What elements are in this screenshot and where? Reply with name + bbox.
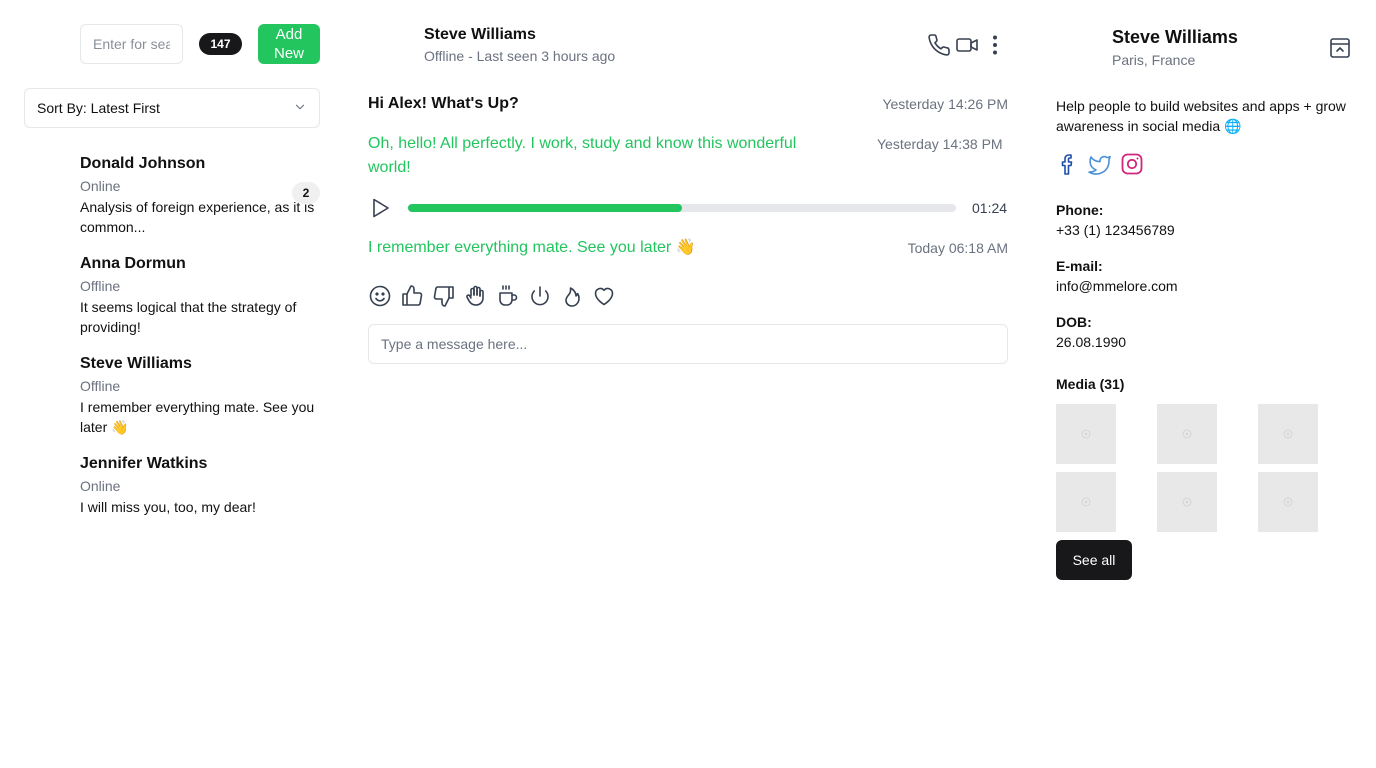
contact-list: Donald Johnson Online Analysis of foreig… bbox=[80, 154, 320, 554]
profile-bio: Help people to build websites and apps +… bbox=[1056, 98, 1346, 134]
media-grid bbox=[1056, 404, 1319, 532]
thumbs-up-icon[interactable] bbox=[400, 284, 424, 308]
chat-actions bbox=[926, 32, 1008, 58]
image-placeholder-icon bbox=[1283, 429, 1293, 439]
audio-duration: 01:24 bbox=[972, 200, 1008, 216]
message-time: Yesterday 14:26 PM bbox=[882, 96, 1008, 112]
coffee-icon[interactable] bbox=[496, 284, 520, 308]
media-thumbnail[interactable] bbox=[1157, 472, 1217, 532]
contact-last-message: Analysis of foreign experience, as it is… bbox=[80, 199, 315, 235]
facebook-icon[interactable] bbox=[1056, 151, 1080, 177]
email-value: info@mmelore.com bbox=[1056, 278, 1178, 294]
chat-message: Hi Alex! What's Up? Yesterday 14:26 PM bbox=[368, 92, 1008, 116]
unread-badge: 2 bbox=[292, 182, 320, 204]
see-all-button[interactable]: See all bbox=[1056, 540, 1132, 580]
contact-item[interactable]: Jennifer Watkins Online I will miss you,… bbox=[80, 454, 320, 554]
sort-select[interactable]: Sort By: Latest First bbox=[24, 88, 320, 128]
video-icon[interactable] bbox=[954, 32, 980, 58]
profile-email: E-mail: info@mmelore.com bbox=[1056, 256, 1178, 296]
profile-location: Paris, France bbox=[1112, 52, 1196, 68]
hand-icon[interactable] bbox=[464, 284, 488, 308]
audio-progress-fill bbox=[408, 204, 682, 212]
media-thumbnail[interactable] bbox=[1056, 472, 1116, 532]
contact-last-message: It seems logical that the strategy of pr… bbox=[80, 299, 297, 335]
media-thumbnail[interactable] bbox=[1258, 472, 1318, 532]
profile-dob: DOB: 26.08.1990 bbox=[1056, 312, 1126, 352]
media-thumbnail[interactable] bbox=[1157, 404, 1217, 464]
sidebar-toolbar: 147 Add New bbox=[80, 24, 320, 64]
play-icon[interactable] bbox=[368, 196, 392, 220]
message-input[interactable] bbox=[368, 324, 1008, 364]
reaction-bar bbox=[368, 284, 616, 308]
phone-value: +33 (1) 123456789 bbox=[1056, 222, 1175, 238]
chevron-down-icon bbox=[293, 100, 307, 117]
chat-contact-name: Steve Williams bbox=[424, 26, 536, 43]
image-placeholder-icon bbox=[1081, 429, 1091, 439]
sort-select-label: Sort By: Latest First bbox=[37, 100, 160, 116]
media-title: Media (31) bbox=[1056, 376, 1125, 392]
image-placeholder-icon bbox=[1182, 497, 1192, 507]
instagram-icon[interactable] bbox=[1120, 151, 1144, 177]
twitter-icon[interactable] bbox=[1088, 151, 1112, 177]
contact-item[interactable]: Donald Johnson Online Analysis of foreig… bbox=[80, 154, 320, 254]
profile-name: Steve Williams bbox=[1112, 27, 1238, 47]
contact-name: Donald Johnson bbox=[80, 155, 206, 172]
phone-label: Phone: bbox=[1056, 202, 1104, 218]
voice-message: 01:24 bbox=[368, 196, 1008, 220]
more-vertical-icon[interactable] bbox=[982, 32, 1008, 58]
contact-count-badge: 147 bbox=[199, 33, 242, 55]
contact-status: Online bbox=[80, 178, 121, 194]
chat-message: I remember everything mate. See you late… bbox=[368, 236, 1008, 260]
search-input[interactable] bbox=[80, 24, 183, 64]
contact-last-message: I remember everything mate. See you late… bbox=[80, 399, 315, 435]
contact-status: Online bbox=[80, 478, 121, 494]
contact-name: Steve Williams bbox=[80, 355, 192, 372]
contact-item[interactable]: Steve Williams Offline I remember everyt… bbox=[80, 354, 320, 454]
dob-value: 26.08.1990 bbox=[1056, 334, 1127, 350]
thumbs-down-icon[interactable] bbox=[432, 284, 456, 308]
power-icon[interactable] bbox=[528, 284, 552, 308]
email-label: E-mail: bbox=[1056, 258, 1103, 274]
collapse-panel-icon[interactable] bbox=[1328, 36, 1352, 60]
contact-last-message: I will miss you, too, my dear! bbox=[80, 499, 256, 515]
message-text: Oh, hello! All perfectly. I work, study … bbox=[368, 135, 797, 176]
social-links bbox=[1056, 151, 1144, 177]
phone-icon[interactable] bbox=[926, 32, 952, 58]
dob-label: DOB: bbox=[1056, 314, 1092, 330]
profile-phone: Phone: +33 (1) 123456789 bbox=[1056, 200, 1175, 240]
contacts-sidebar: 147 Add New Sort By: Latest First Donald… bbox=[0, 0, 344, 768]
message-time: Yesterday 14:38 PM bbox=[877, 136, 1003, 152]
image-placeholder-icon bbox=[1081, 497, 1091, 507]
smile-icon[interactable] bbox=[368, 284, 392, 308]
chat-message: Oh, hello! All perfectly. I work, study … bbox=[368, 132, 1008, 180]
chat-contact-status: Offline - Last seen 3 hours ago bbox=[424, 48, 616, 64]
contact-status: Offline bbox=[80, 378, 121, 394]
contact-item[interactable]: Anna Dormun Offline It seems logical tha… bbox=[80, 254, 320, 354]
contact-name: Jennifer Watkins bbox=[80, 455, 208, 472]
chat-panel: Steve Williams Offline - Last seen 3 hou… bbox=[368, 0, 1008, 768]
audio-progress-bar[interactable] bbox=[408, 204, 956, 212]
add-new-button[interactable]: Add New bbox=[258, 24, 320, 64]
media-thumbnail[interactable] bbox=[1056, 404, 1116, 464]
profile-panel: Steve Williams Paris, France Help people… bbox=[1056, 0, 1356, 768]
heart-icon[interactable] bbox=[592, 284, 616, 308]
contact-status: Offline bbox=[80, 278, 121, 294]
image-placeholder-icon bbox=[1283, 497, 1293, 507]
media-thumbnail[interactable] bbox=[1258, 404, 1318, 464]
contact-name: Anna Dormun bbox=[80, 255, 186, 272]
flame-icon[interactable] bbox=[560, 284, 584, 308]
message-time: Today 06:18 AM bbox=[907, 240, 1008, 256]
image-placeholder-icon bbox=[1182, 429, 1192, 439]
